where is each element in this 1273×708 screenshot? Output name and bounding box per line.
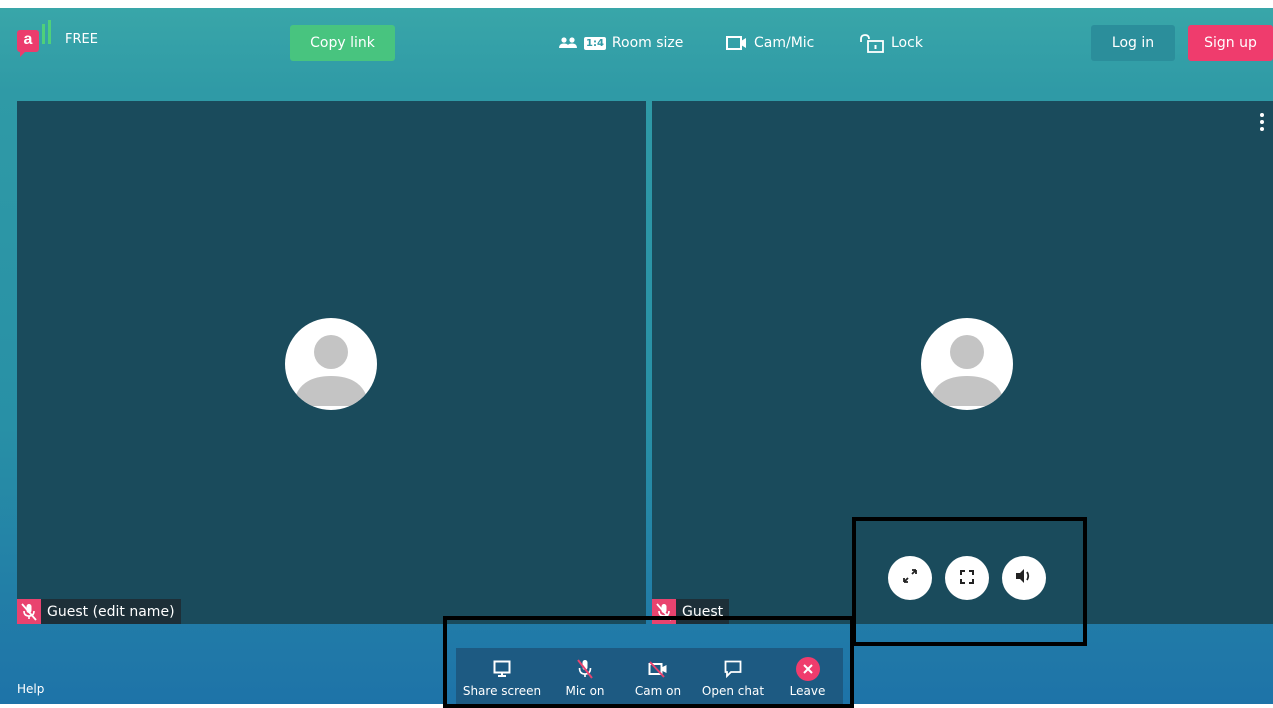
room-size-button[interactable]: 1:4 Room size bbox=[558, 32, 683, 54]
signup-button[interactable]: Sign up bbox=[1188, 25, 1273, 61]
cam-mic-button[interactable]: Cam/Mic bbox=[726, 32, 814, 54]
help-link[interactable]: Help bbox=[17, 682, 44, 696]
screen-icon bbox=[493, 656, 511, 682]
leave-button[interactable]: Leave bbox=[772, 648, 843, 698]
participant-name-tag[interactable]: Guest (edit name) bbox=[17, 599, 181, 624]
mic-muted-icon bbox=[652, 599, 676, 624]
avatar bbox=[921, 318, 1013, 410]
people-icon bbox=[558, 36, 578, 50]
login-button[interactable]: Log in bbox=[1091, 25, 1175, 61]
mic-toggle-button[interactable]: Mic on bbox=[548, 648, 622, 698]
app-logo[interactable]: a bbox=[17, 20, 51, 58]
cam-off-icon bbox=[648, 656, 668, 682]
chat-icon bbox=[724, 656, 742, 682]
call-toolbar: Share screen Mic on Cam on Open chat Lea… bbox=[456, 648, 843, 704]
fullscreen-icon bbox=[960, 569, 974, 588]
open-chat-button[interactable]: Open chat bbox=[694, 648, 772, 698]
copy-link-button[interactable]: Copy link bbox=[290, 25, 395, 61]
top-bar: a FREE Copy link 1:4 Room size Cam/Mic L… bbox=[0, 8, 1273, 80]
fullscreen-button[interactable] bbox=[945, 556, 989, 600]
lock-label: Lock bbox=[891, 35, 923, 51]
close-icon bbox=[795, 657, 820, 681]
volume-icon bbox=[1015, 568, 1033, 588]
video-tile-remote[interactable]: Guest bbox=[652, 101, 1273, 624]
cam-toggle-button[interactable]: Cam on bbox=[622, 648, 694, 698]
room-size-badge: 1:4 bbox=[584, 36, 606, 50]
volume-button[interactable] bbox=[1002, 556, 1046, 600]
plan-tier-label: FREE bbox=[65, 32, 98, 47]
camera-icon bbox=[726, 35, 748, 51]
mic-off-icon bbox=[576, 656, 594, 682]
participant-name: Guest bbox=[682, 603, 724, 620]
tile-controls bbox=[888, 556, 1046, 600]
cam-mic-label: Cam/Mic bbox=[754, 35, 815, 51]
kebab-menu-icon[interactable] bbox=[1259, 113, 1265, 134]
expand-icon bbox=[902, 568, 918, 588]
video-tile-self[interactable]: Guest (edit name) bbox=[17, 101, 646, 624]
avatar bbox=[285, 318, 377, 410]
participant-name-tag[interactable]: Guest bbox=[652, 599, 730, 624]
lock-icon bbox=[859, 33, 885, 53]
share-screen-button[interactable]: Share screen bbox=[456, 648, 548, 698]
expand-button[interactable] bbox=[888, 556, 932, 600]
participant-name: Guest (edit name) bbox=[47, 603, 175, 620]
meeting-room: a FREE Copy link 1:4 Room size Cam/Mic L… bbox=[0, 8, 1273, 704]
lock-button[interactable]: Lock bbox=[859, 32, 923, 54]
room-size-label: Room size bbox=[611, 35, 684, 51]
mic-muted-icon bbox=[17, 599, 41, 624]
